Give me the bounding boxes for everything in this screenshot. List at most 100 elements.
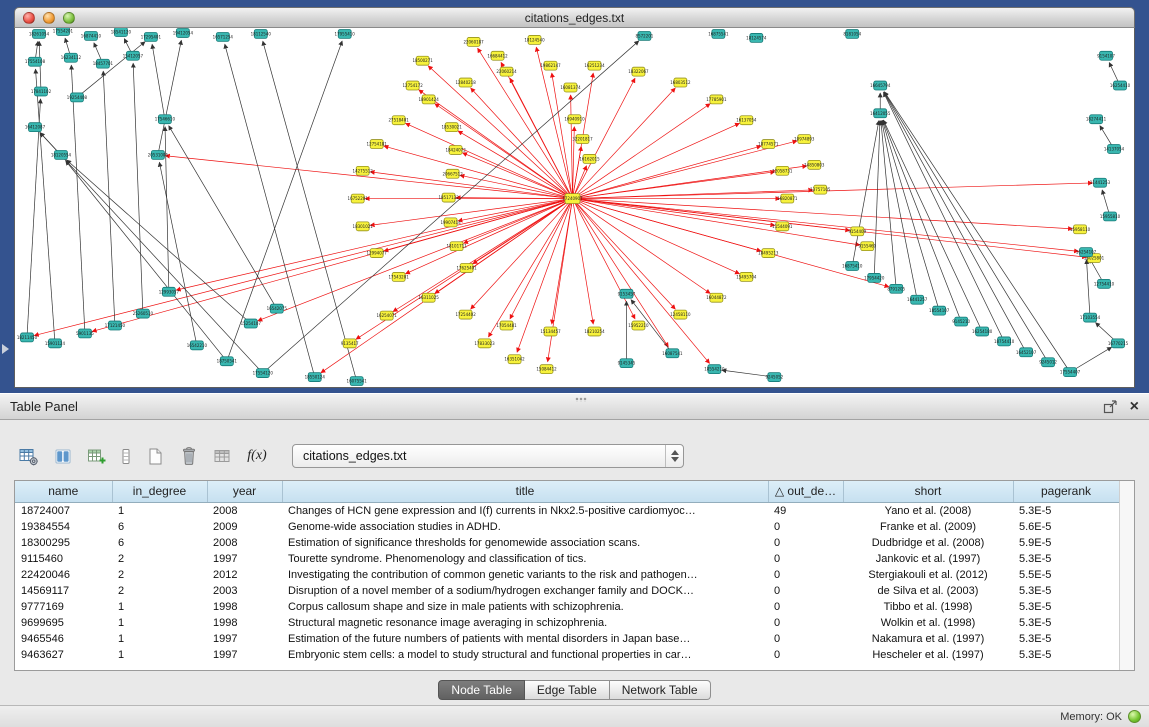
network-node[interactable]: 18124574 bbox=[746, 33, 767, 42]
network-node[interactable]: 15084412 bbox=[536, 365, 557, 374]
network-node[interactable]: 15495704 bbox=[736, 272, 757, 281]
column-header-year[interactable]: year bbox=[207, 481, 282, 502]
network-node[interactable]: 18554107 bbox=[929, 306, 950, 315]
network-node[interactable]: 16254410 bbox=[1110, 81, 1131, 90]
network-node[interactable]: 16542075 bbox=[267, 304, 288, 313]
network-edge[interactable] bbox=[1086, 260, 1090, 318]
network-node[interactable]: 18210254 bbox=[584, 327, 605, 336]
column-header-in_degree[interactable]: in_degree bbox=[112, 481, 207, 502]
network-edge[interactable] bbox=[573, 199, 710, 364]
network-node[interactable]: 12754172 bbox=[403, 81, 424, 90]
network-node[interactable]: 16820871 bbox=[777, 194, 798, 203]
network-node[interactable]: 15955810 bbox=[1100, 212, 1121, 221]
network-node[interactable]: 11544091 bbox=[772, 222, 793, 231]
network-node[interactable]: 18500271 bbox=[412, 56, 433, 65]
tab-node-table[interactable]: Node Table bbox=[438, 680, 525, 700]
network-edge[interactable] bbox=[882, 121, 918, 300]
network-node[interactable]: 12993057 bbox=[159, 287, 180, 296]
network-canvas[interactable]: 1724090716820871120587311877457116137054… bbox=[14, 28, 1135, 388]
network-node[interactable]: 8791205 bbox=[887, 284, 905, 293]
network-edge[interactable] bbox=[501, 62, 572, 198]
network-edge[interactable] bbox=[573, 183, 1093, 199]
network-node[interactable]: 15901124 bbox=[45, 339, 66, 348]
network-edge[interactable] bbox=[176, 199, 572, 291]
network-node[interactable]: 9145210 bbox=[952, 317, 970, 326]
table-row[interactable]: 2242004622012Investigating the contribut… bbox=[15, 567, 1119, 583]
network-node[interactable]: 17554108 bbox=[25, 57, 46, 66]
table-row[interactable]: 977716911998Corpus callosum shape and si… bbox=[15, 599, 1119, 615]
network-node[interactable]: 16162015 bbox=[579, 154, 600, 163]
network-edge[interactable] bbox=[573, 141, 798, 199]
network-edge[interactable] bbox=[169, 126, 277, 309]
network-node[interactable]: 17785901 bbox=[706, 95, 727, 104]
network-edge[interactable] bbox=[258, 199, 573, 321]
network-node[interactable]: 16087541 bbox=[662, 349, 683, 358]
network-node[interactable]: 16254071 bbox=[377, 311, 398, 320]
network-node[interactable]: 20531005 bbox=[148, 150, 169, 159]
column-icon[interactable] bbox=[116, 442, 136, 470]
network-edge[interactable] bbox=[573, 199, 889, 287]
network-edge[interactable] bbox=[884, 92, 1026, 352]
network-node[interactable]: 18322067 bbox=[628, 67, 649, 76]
network-node[interactable]: 16351042 bbox=[504, 355, 525, 364]
network-edge[interactable] bbox=[36, 69, 55, 343]
network-node[interactable]: 18754410 bbox=[994, 337, 1015, 346]
network-edge[interactable] bbox=[573, 199, 669, 347]
network-node[interactable]: 16645794 bbox=[870, 81, 891, 90]
network-node[interactable]: 20667512 bbox=[442, 169, 463, 178]
network-edge[interactable] bbox=[573, 199, 1087, 258]
network-edge[interactable] bbox=[67, 160, 251, 324]
network-node[interactable]: 9155469 bbox=[858, 242, 876, 251]
network-node[interactable]: 16044872 bbox=[706, 293, 727, 302]
network-node[interactable]: 14850803 bbox=[804, 160, 825, 169]
table-row[interactable]: 1872400712008Changes of HCN gene express… bbox=[15, 502, 1119, 519]
network-node[interactable]: 17841102 bbox=[31, 87, 52, 96]
network-node[interactable]: 17546610 bbox=[155, 115, 176, 124]
network-node[interactable]: 19254408 bbox=[67, 93, 88, 102]
network-edge[interactable] bbox=[573, 146, 762, 199]
column-header-short[interactable]: short bbox=[843, 481, 1013, 502]
show-columns-icon[interactable] bbox=[48, 442, 78, 470]
table-row[interactable]: 1938455462009Genome-wide association stu… bbox=[15, 519, 1119, 535]
network-node[interactable]: 12754410 bbox=[1094, 279, 1115, 288]
network-node[interactable]: 9245052 bbox=[765, 373, 783, 382]
network-edge[interactable] bbox=[103, 71, 115, 325]
float-panel-button[interactable] bbox=[1103, 400, 1118, 414]
panel-collapse-arrow[interactable] bbox=[2, 344, 9, 354]
network-node[interactable]: 17955410 bbox=[335, 29, 356, 38]
network-edge[interactable] bbox=[488, 199, 572, 337]
network-edge[interactable] bbox=[883, 120, 982, 331]
network-node[interactable]: 17121450 bbox=[105, 321, 126, 330]
network-node[interactable]: 16875410 bbox=[842, 262, 863, 271]
table-row[interactable]: 1456911722003Disruption of a novel membe… bbox=[15, 583, 1119, 599]
network-node[interactable]: 16075541 bbox=[347, 377, 368, 386]
network-node[interactable]: 16803512 bbox=[670, 78, 691, 87]
network-edge[interactable] bbox=[165, 127, 169, 292]
network-node[interactable]: 22060214 bbox=[496, 67, 517, 76]
splitter-grip[interactable] bbox=[575, 397, 587, 402]
network-node[interactable]: 9154107 bbox=[1097, 51, 1115, 60]
network-node[interactable]: 12754181 bbox=[367, 140, 388, 149]
network-node[interactable]: 14137054 bbox=[1104, 145, 1125, 154]
table-row[interactable]: 969969511998Structural magnetic resonanc… bbox=[15, 615, 1119, 631]
network-node[interactable]: 18517132 bbox=[438, 193, 459, 202]
table-row[interactable]: 911546021997Tourette syndrome. Phenomeno… bbox=[15, 551, 1119, 567]
network-node[interactable]: 16684412 bbox=[487, 51, 508, 60]
network-node[interactable]: 17625401 bbox=[456, 264, 477, 273]
network-node[interactable]: 17833023 bbox=[474, 339, 495, 348]
network-edge[interactable] bbox=[573, 199, 636, 319]
network-node[interactable]: 17103554 bbox=[1080, 313, 1101, 322]
network-node[interactable]: 11441253 bbox=[1090, 178, 1111, 187]
network-node[interactable]: 16770215 bbox=[1108, 339, 1129, 348]
network-node[interactable]: 32201817 bbox=[572, 135, 593, 144]
network-node[interactable]: 18112540 bbox=[251, 29, 272, 38]
network-edge[interactable] bbox=[133, 63, 143, 313]
network-node[interactable]: 17295401 bbox=[141, 32, 162, 41]
network-node[interactable]: 16752201 bbox=[348, 194, 369, 203]
network-node[interactable]: 18530021 bbox=[441, 123, 462, 132]
network-edge[interactable] bbox=[227, 41, 342, 361]
network-node[interactable]: 17254402 bbox=[455, 310, 476, 319]
network-node[interactable]: 9145345 bbox=[618, 359, 636, 368]
network-node[interactable]: 5901135 bbox=[76, 329, 94, 338]
network-edge[interactable] bbox=[573, 104, 711, 199]
